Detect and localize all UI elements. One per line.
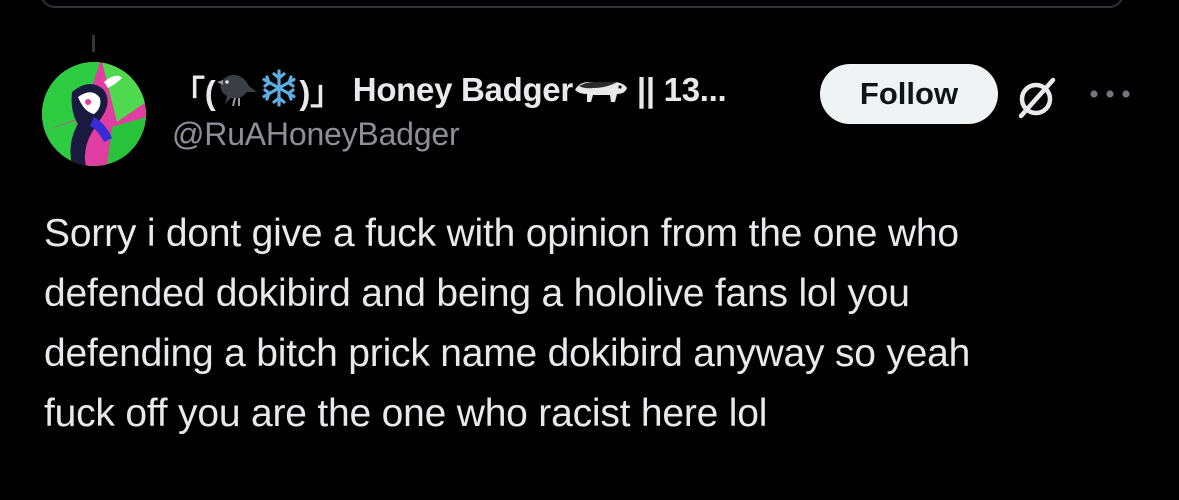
snowflake-emoji bbox=[259, 68, 299, 113]
author-handle[interactable]: @RuAHoneyBadger bbox=[172, 116, 812, 153]
post-text-line: defending a bitch prick name dokibird an… bbox=[44, 332, 971, 375]
badger-emoji bbox=[573, 72, 629, 109]
follow-button[interactable]: Follow bbox=[820, 64, 998, 124]
post-text-line: Sorry i dont give a fuck with opinion fr… bbox=[44, 212, 959, 255]
author-name[interactable]: 「()」 Honey Badger || 13... bbox=[172, 68, 812, 112]
avatar-image bbox=[42, 62, 146, 166]
crow-emoji bbox=[215, 68, 259, 113]
more-icon[interactable] bbox=[1088, 84, 1132, 104]
top-pill-outline bbox=[40, 0, 1124, 8]
post-text: Sorry i dont give a fuck with opinion fr… bbox=[44, 204, 1144, 444]
thread-connector-line bbox=[92, 35, 95, 52]
name-mid: )」 bbox=[299, 74, 343, 111]
post-text-line: fuck off you are the one who racist here… bbox=[44, 392, 768, 435]
name-suffix: || 13... bbox=[636, 71, 727, 108]
name-main: Honey Badger bbox=[352, 71, 573, 108]
avatar[interactable] bbox=[42, 62, 146, 166]
post-text-line: defended dokibird and being a hololive f… bbox=[44, 272, 910, 315]
grok-icon[interactable] bbox=[1013, 72, 1063, 122]
name-prefix: 「( bbox=[172, 74, 216, 111]
post-header: 「()」 Honey Badger || 13... @RuAHoneyBad… bbox=[172, 68, 812, 153]
